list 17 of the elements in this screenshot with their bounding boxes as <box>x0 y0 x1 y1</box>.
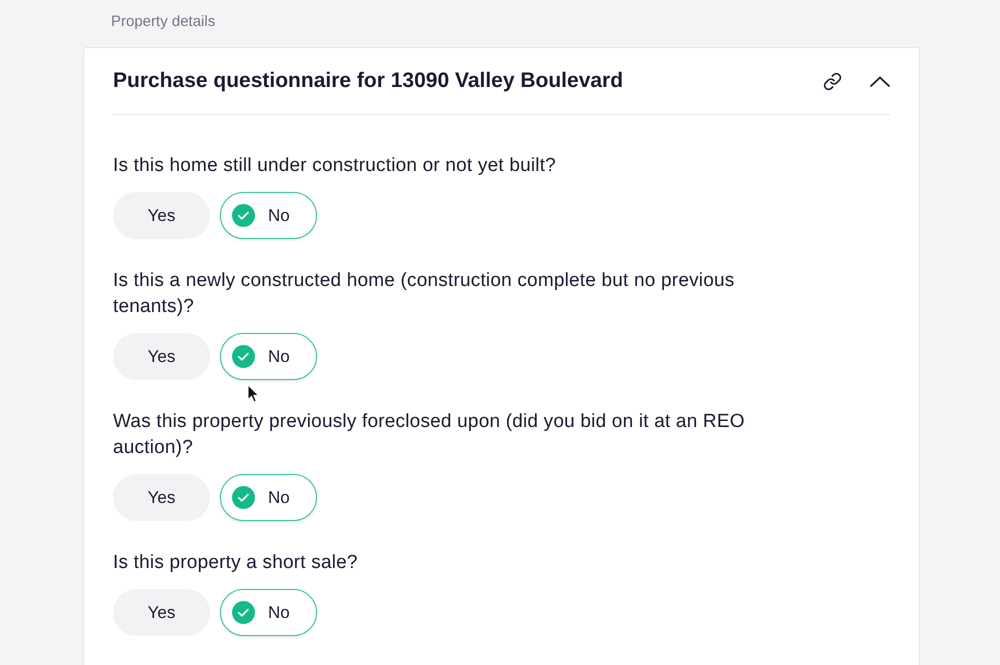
answer-button[interactable]: Yes <box>113 192 210 239</box>
question-text: Is this home still under construction or not yet built? <box>113 154 557 178</box>
answer-button[interactable]: No <box>220 589 317 636</box>
card-title: Purchase questionnaire for 13090 Valley Boulevard <box>113 68 624 94</box>
section-label: Property details <box>111 13 216 30</box>
chevron-up-icon[interactable] <box>870 76 890 86</box>
link-icon[interactable] <box>823 72 842 90</box>
mouse-pointer-icon <box>247 384 259 403</box>
answer-button[interactable]: Yes <box>113 474 210 521</box>
answer-button[interactable]: Yes <box>113 333 210 380</box>
question-text: Was this property previously foreclosed upon (did you bid on it at an REO auction)? <box>113 410 746 460</box>
answer-button[interactable]: Yes <box>113 589 210 636</box>
answer-button[interactable]: No <box>220 474 317 521</box>
question-text: Is this a newly constructed home (construction complete but no previous tenants)? <box>113 269 736 319</box>
answer-button[interactable]: No <box>220 192 317 239</box>
answer-button[interactable]: No <box>220 333 317 380</box>
question-text: Is this property a short sale? <box>113 551 359 575</box>
